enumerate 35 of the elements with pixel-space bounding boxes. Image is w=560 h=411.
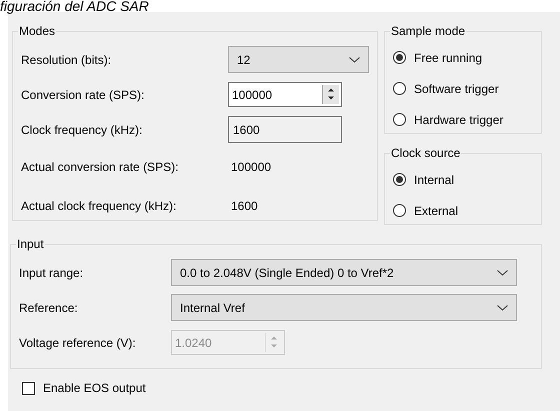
radio-label[interactable]: External	[414, 204, 458, 218]
caption-text: figuración del ADC SAR	[0, 0, 150, 12]
radio-label[interactable]: Hardware trigger	[414, 112, 504, 126]
radio-button[interactable]	[393, 204, 406, 217]
dropdown[interactable]: 12	[228, 46, 369, 73]
radio-button[interactable]	[393, 51, 406, 64]
field-label: Actual conversion rate (SPS):	[21, 160, 180, 174]
checkbox[interactable]	[22, 382, 35, 394]
field-label: Clock frequency (kHz):	[21, 122, 144, 136]
radio-label[interactable]: Free running	[414, 50, 482, 64]
group-title: Input	[16, 237, 45, 251]
field-label: Voltage reference (V):	[19, 336, 137, 350]
group-title: Modes	[18, 24, 56, 38]
chevron-down-icon	[349, 56, 360, 62]
radio-label[interactable]: Software trigger	[414, 82, 499, 96]
dropdown[interactable]: Internal Vref	[171, 294, 517, 321]
spinner-field[interactable]: 100000	[228, 82, 342, 107]
field-label: Reference:	[19, 300, 79, 314]
field-label: Input range:	[19, 266, 84, 280]
chevron-down-icon	[497, 270, 508, 276]
radio-button[interactable]	[393, 113, 406, 126]
group-title: Sample mode	[390, 24, 466, 38]
checkbox-label[interactable]: Enable EOS output	[43, 381, 146, 395]
field-label: Conversion rate (SPS):	[21, 88, 146, 102]
radio-label[interactable]: Internal	[414, 172, 454, 186]
field-label: Actual clock frequency (kHz):	[21, 198, 178, 212]
chevron-down-icon	[497, 304, 508, 310]
radio-button[interactable]	[393, 173, 406, 186]
radio-button[interactable]	[393, 82, 406, 95]
value-text: 1600	[230, 198, 259, 212]
value-text: 100000	[230, 160, 272, 174]
dropdown[interactable]: 0.0 to 2.048V (Single Ended) 0 to Vref*2	[171, 259, 517, 286]
text-field[interactable]: 1600	[228, 116, 342, 143]
group-title: Clock source	[390, 146, 462, 160]
field-label: Resolution (bits):	[21, 52, 112, 66]
